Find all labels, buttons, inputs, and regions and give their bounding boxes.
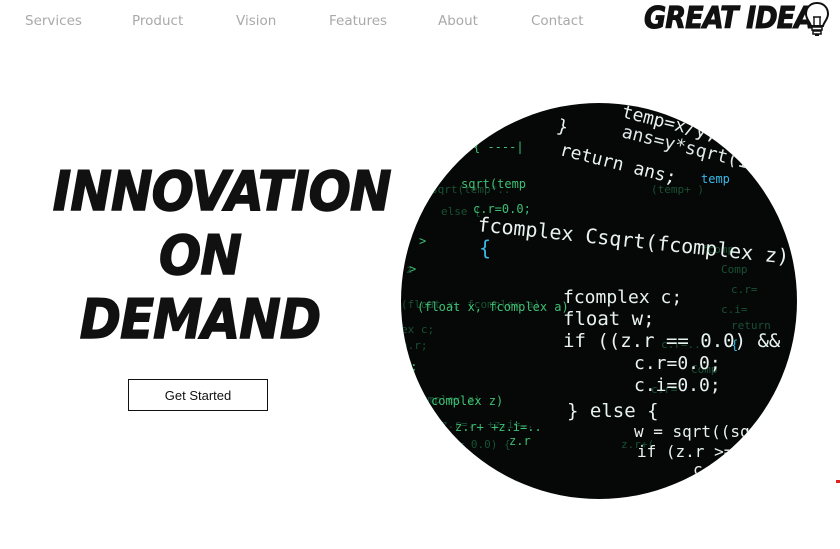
code-line: w = sqrt((sqrt(z.r xyxy=(634,422,797,441)
code-line: float w; xyxy=(563,308,655,330)
code-line: } xyxy=(555,115,571,138)
svg-text:(float x, fcomplex a): (float x, fcomplex a) xyxy=(417,300,569,314)
svg-text:{ ----|: { ----| xyxy=(473,140,524,154)
code-image: } } } ; sqrt(temp*.. else { z (float x, … xyxy=(401,103,797,499)
nav-about-link[interactable]: About xyxy=(438,13,478,29)
code-line: fcomplex Csqrt(fcomplex z) xyxy=(476,212,790,269)
nav-contact-link[interactable]: Contact xyxy=(531,13,584,29)
code-line: c.r=0.0; xyxy=(634,353,721,374)
svg-text:z.r+ +z.i=..: z.r+ +z.i=.. xyxy=(455,420,542,434)
svg-text:c.i=: c.i= xyxy=(721,303,748,316)
hero-title-line: DEMAND xyxy=(79,287,322,352)
svg-text:r;: r; xyxy=(403,360,417,374)
code-image-art: } } } ; sqrt(temp*.. else { z (float x, … xyxy=(401,103,797,479)
svg-text:sqrt(temp: sqrt(temp xyxy=(461,177,526,191)
nav-services-link[interactable]: Services xyxy=(25,13,82,29)
svg-text:{: { xyxy=(731,338,738,352)
code-line: c.i=0.0; xyxy=(634,375,721,396)
svg-text:z.r: z.r xyxy=(509,434,531,448)
svg-text:== 0.0) {: == 0.0) { xyxy=(451,438,511,451)
hero-title-line: ON xyxy=(158,223,242,288)
nav-features-link[interactable]: Features xyxy=(329,13,387,29)
logo-text: GREAT IDEA xyxy=(644,1,816,36)
svg-text:ex c;: ex c; xyxy=(401,323,434,336)
svg-text:temp: temp xyxy=(701,172,730,186)
svg-text:>: > xyxy=(419,234,426,248)
svg-text:Comp: Comp xyxy=(721,263,748,276)
nav-product-link[interactable]: Product xyxy=(132,13,183,29)
svg-text:complex z): complex z) xyxy=(431,394,503,408)
code-line: fcomplex c; xyxy=(563,287,682,308)
code-line: c.r xyxy=(693,460,722,479)
hero-title-line: INNOVATION xyxy=(52,159,392,224)
svg-text:c.r=: c.r= xyxy=(731,283,758,296)
code-line: if (z.r >= 0.0) { xyxy=(637,442,797,461)
code-line: } else { xyxy=(567,400,659,422)
code-line: if ((z.r == 0.0) && (z.i == 0.0)) { xyxy=(563,330,797,352)
svg-text:a.r;: a.r; xyxy=(401,339,428,352)
svg-text:>: > xyxy=(409,262,416,276)
hero-title: INNOVATION ON DEMAND xyxy=(40,159,392,352)
lightbulb-icon xyxy=(804,1,830,36)
edge-mark xyxy=(836,480,840,483)
code-line: { xyxy=(479,236,491,260)
get-started-button[interactable]: Get Started xyxy=(128,379,268,411)
brand-logo[interactable]: GREAT IDEA xyxy=(644,0,834,40)
nav-vision-link[interactable]: Vision xyxy=(236,13,276,29)
svg-text:c.r=0.0;: c.r=0.0; xyxy=(473,202,531,216)
svg-text:} } } ;: } } } ; xyxy=(411,153,457,166)
